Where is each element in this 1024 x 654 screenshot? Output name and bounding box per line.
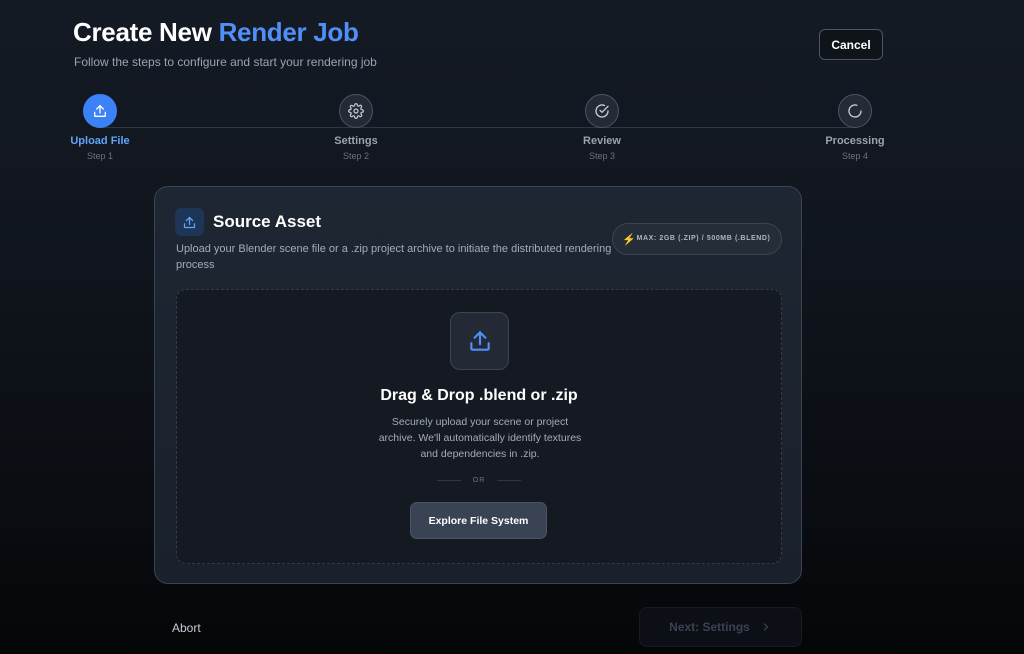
card-title: Source Asset	[213, 212, 322, 231]
spinner-icon	[848, 104, 862, 118]
divider-rule	[497, 480, 522, 481]
page-subtitle: Follow the steps to configure and start …	[74, 55, 377, 69]
dropzone-icon-box	[450, 312, 509, 370]
cancel-button[interactable]: Cancel	[819, 29, 883, 60]
source-asset-card: Source Asset Upload your Blender scene f…	[154, 186, 802, 584]
or-divider: OR	[177, 477, 781, 484]
step-label: Processing	[825, 135, 885, 147]
dropzone-description: Securely upload your scene or project ar…	[378, 416, 582, 460]
page-title: Create New Render Job	[73, 17, 359, 48]
file-size-limit-badge: ⚡ MAX: 2GB (.ZIP) / 500MB (.BLEND)	[612, 223, 782, 255]
step-review[interactable]: Review Step 3	[557, 94, 647, 161]
page-title-accent: Render Job	[218, 17, 359, 47]
stepper-track	[100, 127, 856, 128]
next-label: Next: Settings	[669, 620, 750, 634]
upload-icon	[469, 331, 490, 351]
upload-icon	[183, 216, 196, 228]
chevron-right-icon	[763, 623, 768, 631]
abort-button[interactable]: Abort	[172, 621, 201, 635]
step-circle	[83, 94, 117, 128]
step-processing[interactable]: Processing Step 4	[810, 94, 900, 161]
gear-icon	[348, 103, 364, 119]
step-label: Upload File	[70, 135, 130, 147]
step-number: Step 3	[588, 151, 616, 161]
or-label: OR	[472, 477, 486, 484]
upload-icon	[94, 105, 106, 117]
step-number: Step 2	[342, 151, 370, 161]
step-label: Settings	[334, 135, 378, 147]
card-description: Upload your Blender scene file or a .zip…	[176, 243, 612, 271]
file-dropzone[interactable]: Drag & Drop .blend or .zip Securely uplo…	[176, 289, 782, 564]
check-circle-icon	[595, 104, 609, 118]
step-circle	[339, 94, 373, 128]
divider-rule	[436, 480, 461, 481]
limit-text: MAX: 2GB (.ZIP) / 500MB (.BLEND)	[636, 235, 771, 242]
page-title-prefix: Create New	[73, 17, 212, 47]
next-settings-button[interactable]: Next: Settings	[639, 607, 802, 647]
step-circle	[585, 94, 619, 128]
step-settings[interactable]: Settings Step 2	[311, 94, 401, 161]
card-icon-badge	[175, 208, 204, 236]
step-number: Step 4	[841, 151, 869, 161]
step-label: Review	[583, 135, 621, 147]
explore-file-system-button[interactable]: Explore File System	[410, 502, 547, 539]
step-number: Step 1	[86, 151, 114, 161]
dropzone-title: Drag & Drop .blend or .zip	[380, 387, 578, 404]
lightning-icon: ⚡	[622, 233, 636, 246]
step-circle	[838, 94, 872, 128]
step-upload-file[interactable]: Upload File Step 1	[55, 94, 145, 161]
